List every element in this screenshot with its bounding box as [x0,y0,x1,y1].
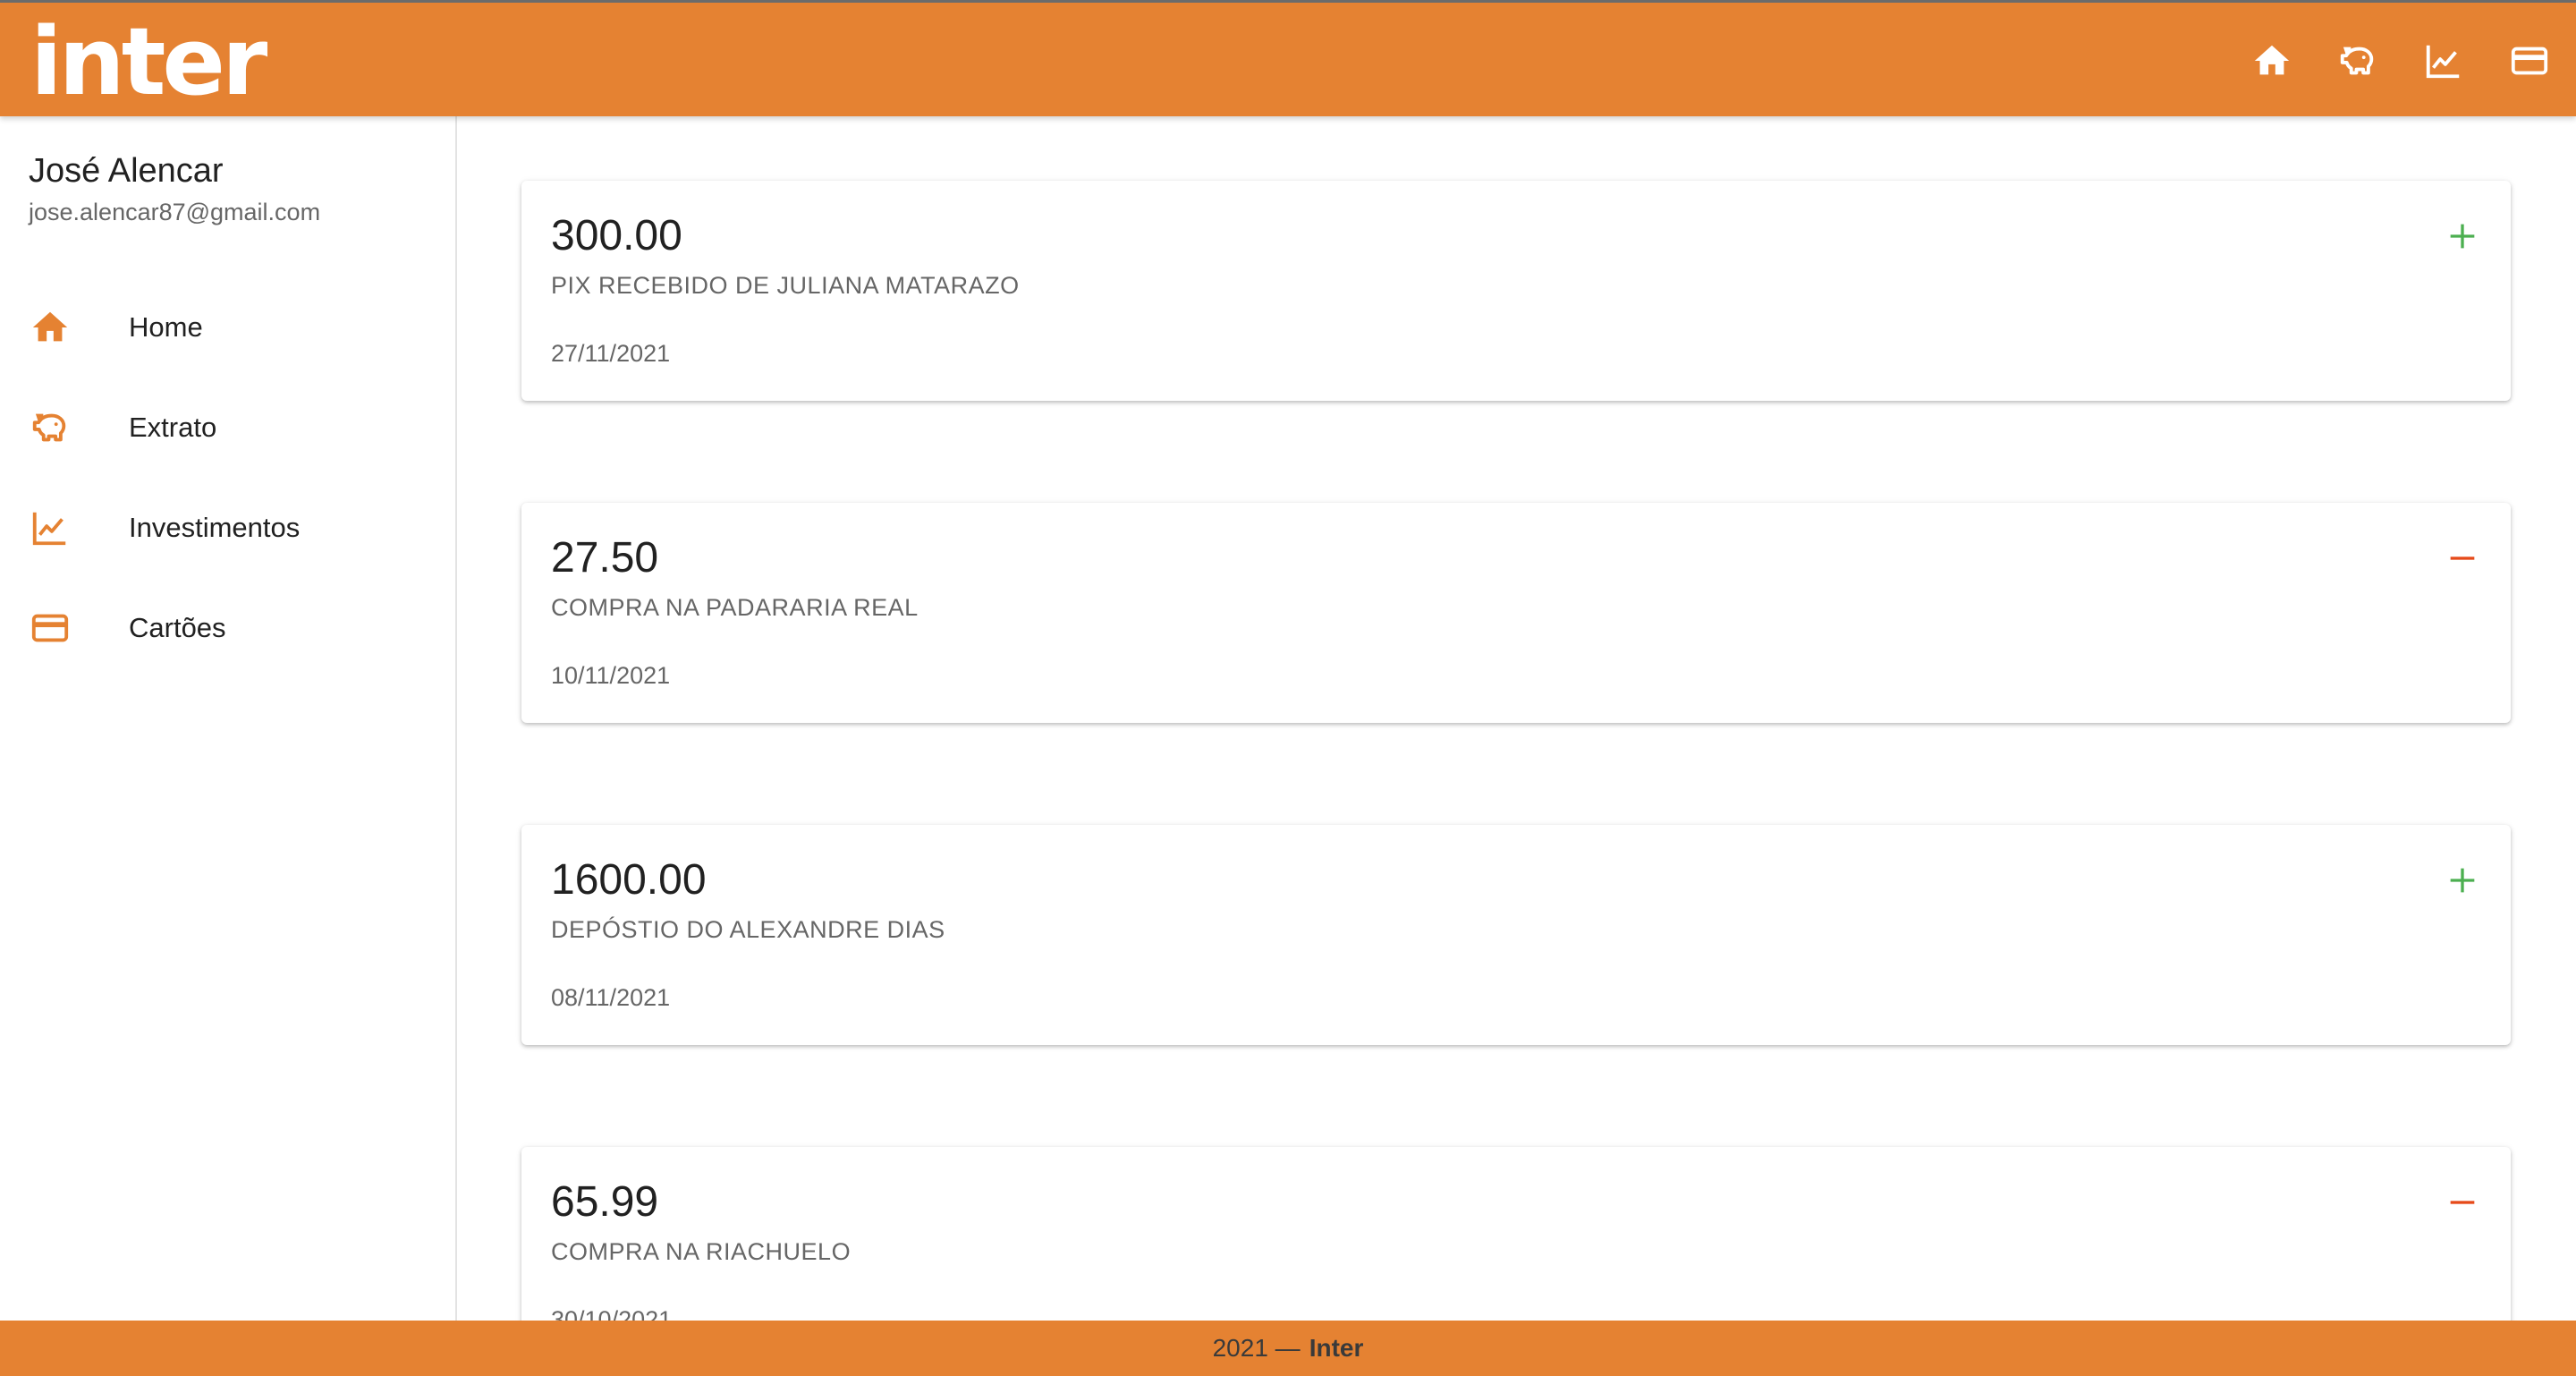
transaction-date: 08/11/2021 [551,984,671,1011]
user-name: José Alencar [29,152,224,190]
transaction-date: 10/11/2021 [551,662,671,689]
transaction-list: 300.00 PIX RECEBIDO DE JULIANA MATARAZO … [459,116,2576,1321]
footer-brand: Inter [1309,1334,1364,1362]
app-bar: inter [0,0,2576,116]
piggy-bank-icon [29,406,72,449]
transaction-card[interactable]: 300.00 PIX RECEBIDO DE JULIANA MATARAZO … [521,181,2511,401]
inter-logo[interactable]: inter [30,8,267,115]
sidebar-item-label: Extrato [129,412,217,443]
sidebar-item-label: Home [129,311,203,343]
transaction-date: 27/11/2021 [551,340,671,367]
transaction-amount: 27.50 [551,534,659,582]
transaction-description: COMPRA NA RIACHUELO [551,1238,852,1265]
transaction-amount: 300.00 [551,212,682,259]
sidebar-item-label: Cartões [129,612,226,643]
transaction-description: DEPÓSTIO DO ALEXANDRE DIAS [551,916,945,943]
chart-line-icon [29,506,72,549]
top-nav-icons [2250,3,2551,119]
transaction-description: PIX RECEBIDO DE JULIANA MATARAZO [551,272,1020,299]
home-icon [29,306,72,349]
transaction-card[interactable]: 27.50 COMPRA NA PADARARIA REAL 10/11/202… [521,503,2511,723]
credit-card-icon [29,607,72,650]
minus-icon [2445,1185,2480,1220]
transaction-description: COMPRA NA PADARARIA REAL [551,594,919,621]
sidebar-item-label: Investimentos [129,512,301,543]
user-email: jose.alencar87@gmail.com [29,199,321,225]
sidebar-item-extrato[interactable]: Extrato [0,378,455,478]
sidebar-item-cartoes[interactable]: Cartões [0,578,455,678]
home-icon[interactable] [2250,39,2293,82]
sidebar-nav: Home Extrato Investimentos Cartões [0,277,455,678]
sidebar-item-home[interactable]: Home [0,277,455,378]
sidebar-item-investimentos[interactable]: Investimentos [0,478,455,578]
transaction-card[interactable]: 1600.00 DEPÓSTIO DO ALEXANDRE DIAS 08/11… [521,825,2511,1045]
transaction-card[interactable]: 65.99 COMPRA NA RIACHUELO 30/10/2021 [521,1147,2511,1321]
plus-icon [2445,862,2480,898]
sidebar: José Alencar jose.alencar87@gmail.com Ho… [0,116,457,1321]
transaction-amount: 1600.00 [551,856,707,904]
piggy-bank-icon[interactable] [2336,39,2379,82]
minus-icon [2445,540,2480,576]
chart-line-icon[interactable] [2422,39,2465,82]
credit-card-icon[interactable] [2508,39,2551,82]
footer: 2021 — Inter [0,1321,2576,1376]
transaction-date: 30/10/2021 [551,1306,673,1321]
transaction-amount: 65.99 [551,1178,659,1226]
plus-icon [2445,218,2480,254]
footer-year: 2021 — [1212,1334,1301,1362]
